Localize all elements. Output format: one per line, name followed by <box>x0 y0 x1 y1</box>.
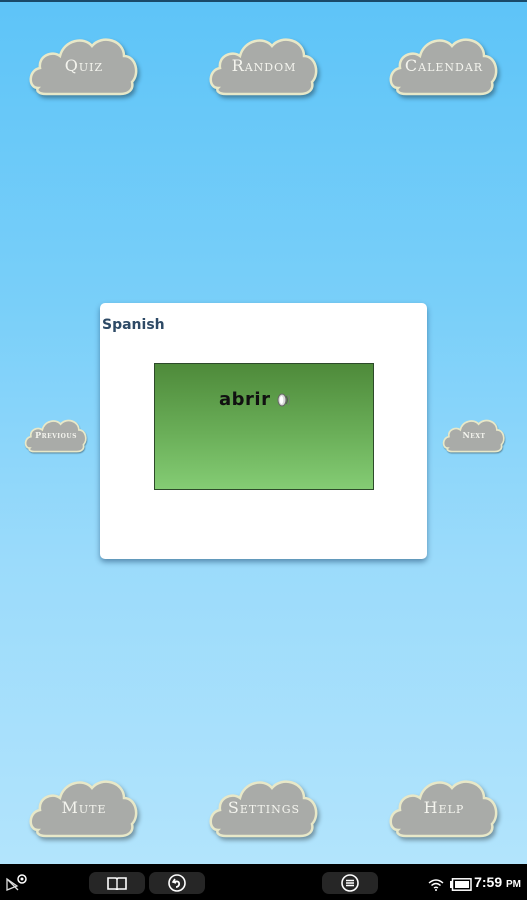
language-title: Spanish <box>102 317 165 333</box>
mute-button[interactable]: Mute <box>28 772 140 842</box>
flashcard[interactable]: abrir <box>154 363 374 490</box>
random-button[interactable]: Random <box>208 30 320 100</box>
system-bar: 7:59 PM <box>0 864 527 900</box>
menu-button[interactable] <box>322 872 378 894</box>
settings-button[interactable]: Settings <box>208 772 320 842</box>
battery-icon <box>450 876 472 891</box>
previous-button[interactable]: Previous <box>24 415 88 455</box>
quiz-button[interactable]: Quiz <box>28 30 140 100</box>
speaker-icon[interactable] <box>276 392 292 408</box>
next-button[interactable]: Next <box>442 415 506 455</box>
menu-icon <box>341 874 359 892</box>
flashcard-word: abrir <box>219 389 271 410</box>
previous-label: Previous <box>35 430 77 440</box>
random-label: Random <box>231 56 297 75</box>
clock: 7:59 PM <box>474 874 521 890</box>
flashcard-panel: Spanish abrir <box>100 303 427 559</box>
book-icon <box>107 877 127 890</box>
help-label: Help <box>423 798 465 817</box>
calendar-label: Calendar <box>404 56 484 75</box>
email-notification-icon[interactable] <box>6 873 28 891</box>
help-button[interactable]: Help <box>388 772 500 842</box>
mute-label: Mute <box>61 798 107 817</box>
quiz-label: Quiz <box>64 56 104 75</box>
wifi-icon <box>428 876 444 891</box>
app-screen: Quiz Random Calendar Previous Next Spani… <box>0 0 527 864</box>
settings-label: Settings <box>227 798 301 817</box>
back-button[interactable] <box>149 872 205 894</box>
clock-time: 7:59 <box>474 874 503 890</box>
calendar-button[interactable]: Calendar <box>388 30 500 100</box>
book-button[interactable] <box>89 872 145 894</box>
back-icon <box>168 874 186 892</box>
clock-ampm: PM <box>506 879 521 890</box>
next-label: Next <box>462 430 486 440</box>
